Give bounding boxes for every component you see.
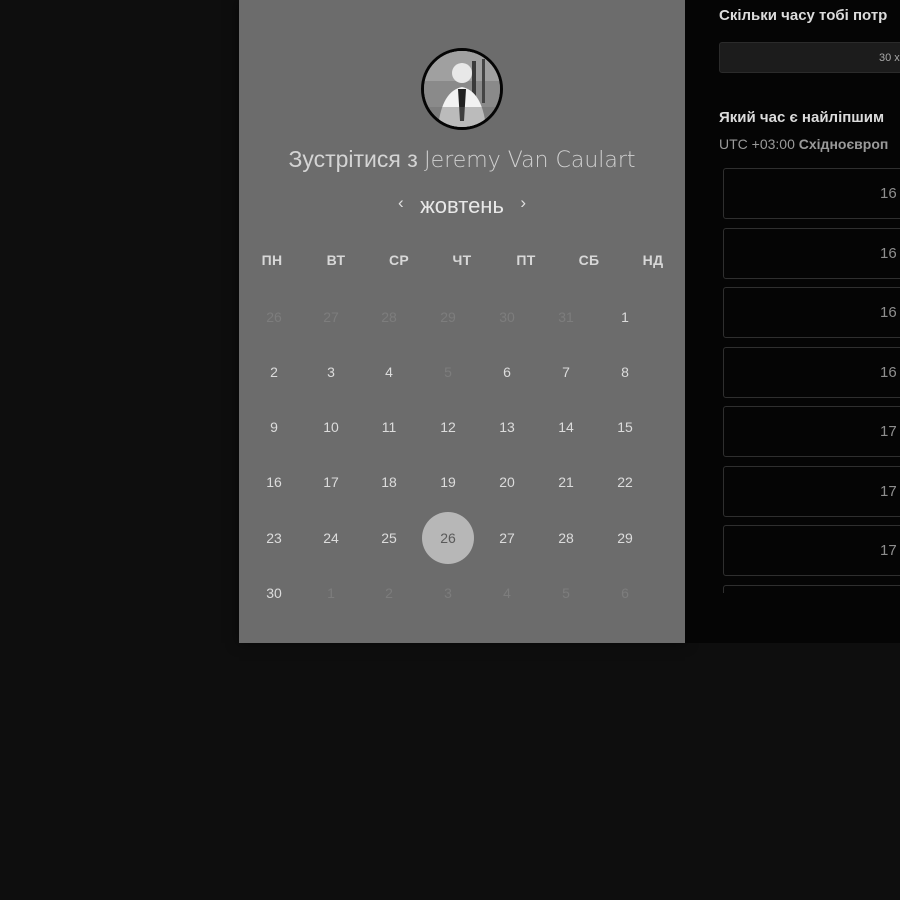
calendar-day[interactable]: 6 [481,346,533,398]
calendar-day[interactable]: 8 [599,346,651,398]
calendar-day[interactable]: 28 [540,512,592,564]
calendar-card: Зустрітися з Jeremy Van Caulart ‹ жовтен… [239,0,685,643]
duration-select[interactable]: 30 х [719,42,900,73]
time-slot-label: 17 [880,542,897,559]
booking-panel: Скільки часу тобі потр 30 х Який час є н… [685,0,900,643]
calendar-day: 2 [385,585,393,601]
time-slot-button[interactable]: 16 [723,346,900,398]
calendar-day[interactable]: 25 [363,512,415,564]
calendar-day[interactable]: 17 [305,456,357,508]
calendar-day[interactable]: 30 [248,567,300,619]
time-slot-button[interactable]: 16 [723,168,900,219]
calendar-day[interactable]: 12 [422,401,474,453]
time-slot-label: 16 [880,185,897,202]
calendar-day[interactable]: 23 [248,512,300,564]
calendar-day[interactable]: 16 [248,456,300,508]
time-slot-list: 16 16 16 16 17 17 17 [723,168,900,593]
time-slot-button[interactable]: 17 [723,525,900,576]
calendar-day: 27 [323,309,339,325]
day-grid: 26 27 28 29 30 31 1 2 3 4 5 6 7 8 9 10 11 12 13 14 15 16 17 18 1… [239,0,685,643]
time-slot-button[interactable]: 17 [723,465,900,517]
calendar-day[interactable]: 7 [540,346,592,398]
calendar-day[interactable]: 27 [481,512,533,564]
time-slot-button[interactable]: 16 [723,227,900,279]
calendar-day[interactable]: 11 [363,401,415,453]
selected-day[interactable]: 26 [422,512,474,564]
calendar-day: 26 [266,309,282,325]
calendar-day: 30 [499,309,515,325]
time-slot-label: 16 [880,244,897,262]
calendar-day[interactable]: 14 [540,401,592,453]
timezone-offset: UTC +03:00 [719,136,795,152]
calendar-day: 28 [381,309,397,325]
calendar-day: 5 [444,364,452,380]
calendar-day[interactable]: 1 [599,291,651,343]
time-slot-button[interactable]: 17 [723,406,900,457]
calendar-day[interactable]: 18 [363,456,415,508]
timezone-label[interactable]: UTC +03:00 Східноєвроп [719,136,888,152]
calendar-day: 5 [562,585,570,601]
calendar-day: 3 [444,585,452,601]
calendar-day[interactable]: 13 [481,401,533,453]
calendar-day: 6 [621,585,629,601]
calendar-day[interactable]: 29 [599,512,651,564]
calendar-day: 31 [558,309,574,325]
calendar-day[interactable]: 15 [599,401,651,453]
calendar-day[interactable]: 24 [305,512,357,564]
calendar-day: 1 [327,585,335,601]
calendar-day[interactable]: 9 [248,401,300,453]
calendar-day: 29 [440,309,456,325]
calendar-day[interactable]: 22 [599,456,651,508]
time-slot-label: 16 [880,304,897,321]
time-slot-label: 17 [880,423,897,440]
duration-value: 30 х [879,52,900,64]
calendar-day[interactable]: 2 [248,346,300,398]
calendar-day: 4 [503,585,511,601]
calendar-day[interactable]: 10 [305,401,357,453]
calendar-day[interactable]: 19 [422,456,474,508]
calendar-day[interactable]: 4 [363,346,415,398]
time-slot-label: 16 [880,363,897,381]
time-slot-button[interactable] [723,584,900,593]
time-slot-button[interactable]: 16 [723,287,900,338]
duration-question: Скільки часу тобі потр [719,7,888,24]
time-question: Який час є найліпшим [719,109,885,126]
calendar-day[interactable]: 20 [481,456,533,508]
calendar-day[interactable]: 21 [540,456,592,508]
time-slot-label: 17 [880,482,897,500]
calendar-day[interactable]: 3 [305,346,357,398]
timezone-name: Східноєвроп [798,136,889,152]
